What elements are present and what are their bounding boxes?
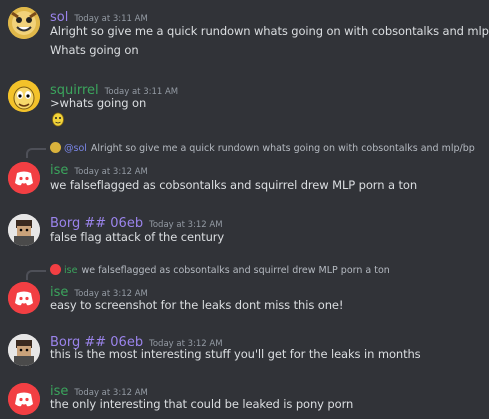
sol-avatar-image [8, 7, 40, 39]
reply-text: Alright so give me a quick rundown whats… [90, 143, 475, 154]
avatar-squirrel[interactable] [8, 80, 40, 112]
reply-preview[interactable]: ise we falseflagged as cobsontalks and sq… [50, 264, 390, 276]
avatar-ise[interactable] [8, 162, 40, 194]
message-text: Alright so give me a quick rundown whats… [50, 24, 489, 38]
message-text: the only interesting that could be leake… [50, 397, 354, 411]
reply-text: we falseflagged as cobsontalks and squir… [81, 265, 390, 276]
message-text: we falseflagged as cobsontalks and squir… [50, 178, 418, 192]
yellow-face-emoji-icon[interactable] [50, 111, 66, 127]
author-name[interactable]: ise [50, 163, 68, 178]
reply-author[interactable]: @sol [64, 143, 87, 154]
message-text: Whats going on [50, 43, 139, 57]
discord-logo-icon [8, 383, 40, 415]
message-text: false flag attack of the century [50, 230, 225, 244]
discord-logo-icon [8, 162, 40, 194]
borg-avatar-image [8, 334, 40, 366]
sol-mini-avatar-icon [50, 142, 61, 153]
avatar-ise[interactable] [8, 282, 40, 314]
reply-author[interactable]: ise [64, 265, 77, 276]
avatar-ise[interactable] [8, 383, 40, 415]
reply-spine [26, 148, 46, 158]
borg-avatar-image [8, 214, 40, 246]
reply-preview[interactable]: @sol Alright so give me a quick rundown w… [50, 142, 475, 154]
message-text: >whats going on [50, 96, 147, 110]
squirrel-avatar-image [8, 80, 40, 112]
ise-mini-avatar-icon [50, 264, 61, 275]
timestamp[interactable]: Today at 3:12 AM [149, 220, 222, 230]
reply-spine [26, 270, 46, 280]
message-text: easy to screenshot for the leaks dont mi… [50, 298, 344, 312]
author-name[interactable]: sol [50, 10, 68, 25]
timestamp[interactable]: Today at 3:12 AM [74, 167, 147, 177]
discord-logo-icon [8, 282, 40, 314]
timestamp[interactable]: Today at 3:11 AM [74, 14, 147, 24]
author-name[interactable]: Borg ## 06eb [50, 216, 143, 231]
avatar-sol[interactable] [8, 7, 40, 39]
avatar-borg[interactable] [8, 214, 40, 246]
message-text: this is the most interesting stuff you'l… [50, 347, 421, 361]
avatar-borg[interactable] [8, 334, 40, 366]
